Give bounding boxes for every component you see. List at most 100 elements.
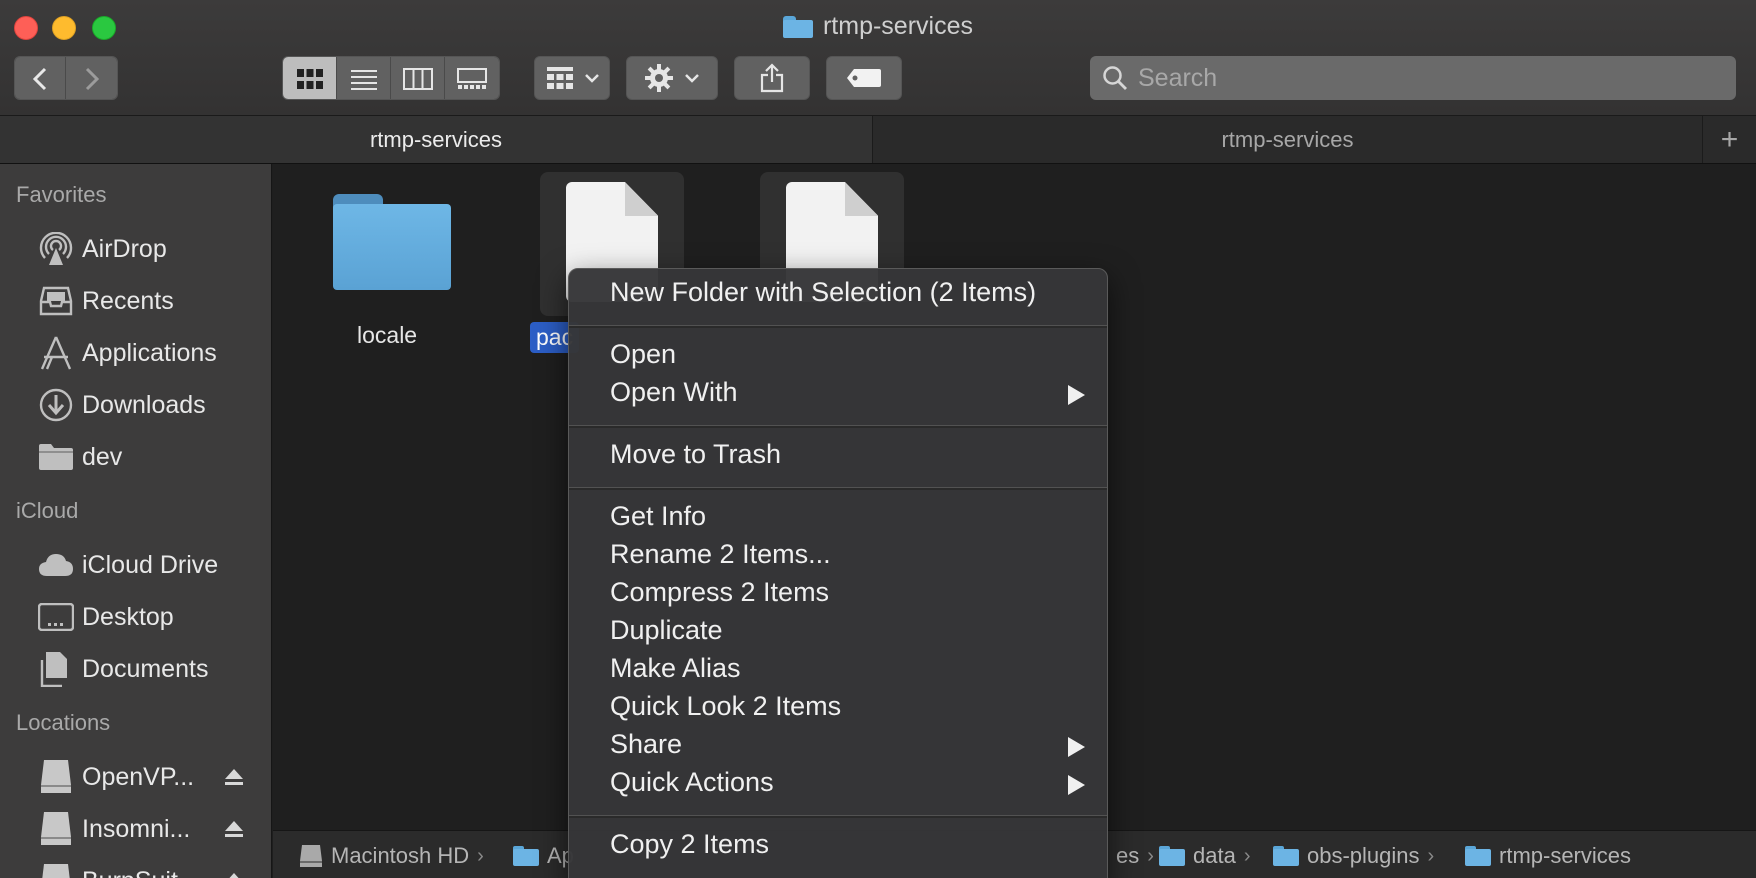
sidebar-item-openvpn[interactable]: OpenVP... [0, 754, 271, 800]
sidebar-item-label: AirDrop [82, 234, 167, 263]
cloud-icon [39, 554, 73, 576]
sidebar-item-airdrop[interactable]: AirDrop [0, 226, 271, 272]
tag-icon [847, 69, 881, 87]
recents-icon [39, 286, 73, 316]
sidebar-item-label: OpenVP... [82, 762, 195, 791]
sidebar-item-recents[interactable]: Recents [0, 278, 271, 324]
menu-item-copy[interactable]: Copy 2 Items [610, 829, 769, 860]
path-item-macintosh-hd[interactable]: Macintosh HD › [299, 843, 484, 869]
window-title: rtmp-services [0, 12, 1756, 41]
sidebar-item-dev[interactable]: dev [0, 434, 271, 480]
forward-button[interactable] [66, 57, 117, 99]
menu-item-move-to-trash[interactable]: Move to Trash [610, 439, 781, 470]
drive-icon [42, 864, 70, 878]
path-item-resources[interactable]: es › [1116, 843, 1154, 869]
sidebar-item-label: Desktop [82, 602, 174, 631]
path-item-applications[interactable]: Ap [513, 843, 574, 869]
file-item-locale[interactable]: locale [273, 164, 513, 364]
sidebar-item-label: Applications [82, 338, 217, 367]
chevron-right-icon [85, 67, 99, 91]
chevron-right-icon: › [1243, 844, 1251, 867]
path-item-data[interactable]: data › [1159, 843, 1251, 869]
sidebar-section-favorites: Favorites [16, 182, 107, 207]
chevron-right-icon: › [1427, 844, 1435, 867]
folder-icon [333, 194, 451, 290]
menu-item-make-alias[interactable]: Make Alias [610, 653, 741, 684]
share-icon [760, 63, 784, 93]
menu-separator [569, 487, 1107, 490]
applications-icon [40, 336, 72, 370]
menu-separator [569, 325, 1107, 328]
action-menu-button[interactable] [626, 56, 718, 100]
path-item-rtmp-services[interactable]: rtmp-services [1465, 843, 1631, 869]
back-button[interactable] [15, 57, 66, 99]
chevron-down-icon [585, 74, 599, 83]
search-field[interactable] [1090, 56, 1736, 100]
path-item-obs-plugins[interactable]: obs-plugins › [1273, 843, 1434, 869]
sidebar-item-downloads[interactable]: Downloads [0, 382, 271, 428]
icon-view-icon [296, 69, 323, 89]
sidebar-item-label: dev [82, 442, 123, 471]
group-by-button[interactable] [534, 56, 610, 100]
menu-item-compress[interactable]: Compress 2 Items [610, 577, 829, 608]
tab-rtmp-services-active[interactable]: rtmp-services [0, 116, 873, 163]
column-view-icon [402, 68, 433, 90]
menu-item-open-with[interactable]: Open With [610, 377, 1070, 408]
navigation-buttons [14, 56, 118, 100]
menu-item-quick-actions[interactable]: Quick Actions [610, 767, 774, 798]
menu-separator [569, 815, 1107, 818]
airdrop-icon [39, 232, 73, 265]
sidebar-item-label: Insomni... [82, 814, 191, 843]
menu-item-duplicate[interactable]: Duplicate [610, 615, 723, 646]
icon-view-button[interactable] [283, 57, 337, 99]
chevron-left-icon [33, 67, 47, 91]
gallery-view-button[interactable] [445, 57, 499, 99]
eject-icon[interactable] [224, 820, 244, 838]
sidebar-section-locations: Locations [16, 710, 111, 735]
drive-icon [41, 760, 71, 793]
new-tab-button[interactable]: + [1703, 116, 1756, 163]
menu-item-new-folder-with-selection[interactable]: New Folder with Selection (2 Items) [610, 277, 1036, 308]
folder-icon [1465, 846, 1491, 866]
column-view-button[interactable] [391, 57, 445, 99]
sidebar-item-label: Documents [82, 654, 209, 683]
group-icon [547, 67, 573, 89]
sidebar-item-applications[interactable]: Applications [0, 330, 271, 376]
gallery-view-icon [457, 68, 487, 89]
tab-rtmp-services[interactable]: rtmp-services [873, 116, 1703, 163]
submenu-arrow-icon [1068, 737, 1085, 757]
context-menu: New Folder with Selection (2 Items) Open… [568, 268, 1108, 878]
menu-item-get-info[interactable]: Get Info [610, 501, 706, 532]
search-icon [1103, 66, 1127, 90]
edit-tags-button[interactable] [826, 56, 902, 100]
submenu-arrow-icon [1068, 385, 1085, 405]
search-input[interactable] [1138, 63, 1698, 93]
menu-item-rename[interactable]: Rename 2 Items... [610, 539, 831, 570]
sidebar-item-label: iCloud Drive [82, 550, 219, 579]
folder-icon [782, 15, 813, 38]
downloads-icon [39, 388, 73, 422]
menu-item-quick-look[interactable]: Quick Look 2 Items [610, 691, 841, 722]
share-button[interactable] [734, 56, 810, 100]
eject-icon[interactable] [224, 768, 244, 786]
sidebar-item-desktop[interactable]: Desktop [0, 594, 271, 640]
path-item-label: obs-plugins [1307, 843, 1420, 868]
sidebar-item-icloud-drive[interactable]: iCloud Drive [0, 542, 271, 588]
menu-separator [569, 425, 1107, 428]
menu-item-open[interactable]: Open [610, 339, 676, 370]
sidebar-item-documents[interactable]: Documents [0, 646, 271, 692]
window-title-text: rtmp-services [822, 12, 973, 40]
tab-label: rtmp-services [369, 126, 502, 152]
tab-label: rtmp-services [1221, 126, 1354, 152]
eject-icon[interactable] [224, 872, 244, 878]
sidebar: Favorites AirDrop Recents Applications D… [0, 164, 272, 878]
plus-icon: + [1720, 122, 1739, 156]
path-item-label: Macintosh HD [331, 843, 470, 868]
path-item-label: rtmp-services [1499, 843, 1632, 868]
menu-item-share[interactable]: Share [610, 729, 682, 760]
sidebar-item-burpsuite[interactable]: BurpSuit... [0, 858, 271, 878]
path-item-label: es [1116, 843, 1140, 868]
sidebar-item-insomnia[interactable]: Insomni... [0, 806, 271, 852]
tab-bar: rtmp-services rtmp-services + [0, 116, 1756, 164]
list-view-button[interactable] [337, 57, 391, 99]
